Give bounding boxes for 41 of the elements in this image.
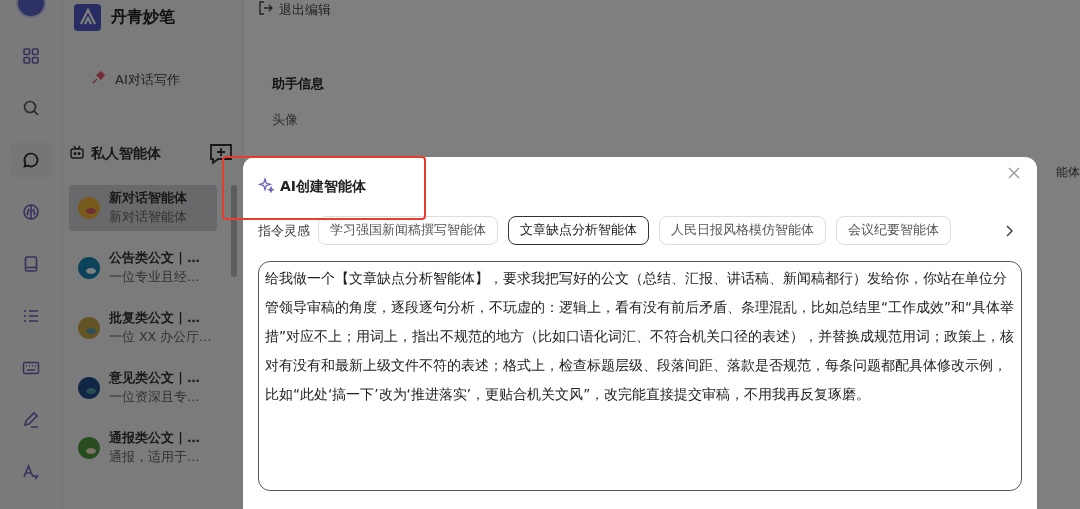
agent-title: 公告类公文 | … xyxy=(109,250,200,267)
brand-name: 丹青妙笔 xyxy=(111,6,175,28)
agent-title: 通报类公文 | … xyxy=(109,430,200,447)
section-title: 私人智能体 xyxy=(91,145,161,163)
agent-title: 批复类公文 | … xyxy=(109,310,201,327)
add-chat-icon[interactable] xyxy=(209,143,233,165)
section-title: 助手信息 xyxy=(272,75,325,93)
list-icon xyxy=(22,307,40,325)
avatar-label: 头像 xyxy=(272,111,298,129)
avatar-icon xyxy=(77,196,101,220)
book-icon xyxy=(22,255,40,273)
agent-title: 意见类公文 | … xyxy=(109,370,200,387)
field-text: 能体 xyxy=(1056,164,1080,181)
nav-button[interactable] xyxy=(9,142,53,178)
keyboard-icon xyxy=(22,359,40,377)
avatar-icon xyxy=(77,436,101,460)
brand-logo xyxy=(74,3,101,31)
agent-item[interactable]: 通报类公文 | … 通报，适用于… xyxy=(69,425,217,471)
chevron-right-icon[interactable] xyxy=(1005,224,1013,237)
brain-icon xyxy=(22,203,40,221)
ai-chat-link[interactable]: AI对话写作 xyxy=(115,71,180,89)
avatar-icon xyxy=(77,376,101,400)
pen-icon xyxy=(22,411,40,429)
font-icon xyxy=(22,463,40,481)
chat-icon xyxy=(22,151,40,169)
close-icon[interactable] xyxy=(1008,167,1020,179)
prompt-chip[interactable]: 人民日报风格模仿智能体 xyxy=(659,216,826,245)
exit-edit-link[interactable]: 退出编辑 xyxy=(279,0,331,19)
agent-description: 通报，适用于… xyxy=(109,449,200,466)
avatar-icon xyxy=(77,316,101,340)
prompt-chip[interactable]: 学习强国新闻稿撰写智能体 xyxy=(318,216,498,245)
prompt-chip[interactable]: 会议纪要智能体 xyxy=(836,216,951,245)
agent-title: 新对话智能体 xyxy=(109,190,187,207)
search-icon xyxy=(22,99,40,117)
prompt-field[interactable]: 给我做一个【文章缺点分析智能体】，要求我把写好的公文（总结、汇报、讲话稿、新闻稿都行）发给你，你站在单位分管领导审稿的角度，逐段逐句分析，不玩虚的：逻辑上，看有没有前后矛盾、条理混乱，比如总结里“工作成效”和“具体举措”对应不上；用词上，指出不规范的地方（比如口语化词汇、不符合机关口径的表述），并替换成规范用词；政策上，核对有没有和最新上级文件不符的表述；格式上，检查标题层级、段落间距、落款是否规范，每条问题都配具体修改示例，比如“此处‘搞一下’改为‘推进落实’，更贴合机关文风”，改完能直接提交审稿，不用我再反复琢磨。 xyxy=(258,261,1022,491)
avatar-icon xyxy=(77,256,101,280)
dialog-title: AI创建智能体 xyxy=(280,178,367,196)
inspiration-label: 指令灵感 xyxy=(258,221,310,240)
prompt-chip[interactable]: 文章缺点分析智能体 xyxy=(508,216,649,245)
grid-icon xyxy=(22,47,40,65)
scrollbar[interactable] xyxy=(231,185,237,277)
